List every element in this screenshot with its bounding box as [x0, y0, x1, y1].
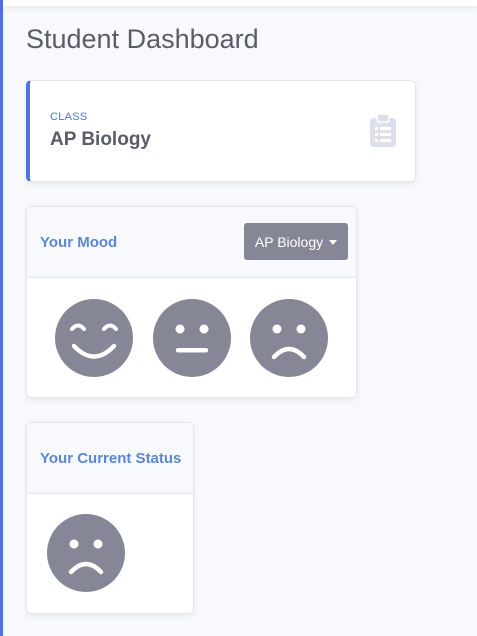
neutral-face-button[interactable] — [153, 299, 231, 377]
class-card: CLASS AP Biology — [26, 80, 416, 182]
sad-face-icon — [250, 299, 328, 377]
status-card-title: Your Current Status — [40, 450, 182, 467]
happy-face-icon — [55, 299, 133, 377]
topbar — [3, 0, 477, 6]
mood-card-title: Your Mood — [40, 234, 118, 251]
current-status-face — [47, 514, 125, 592]
clipboard-list-icon — [370, 114, 396, 147]
status-card: Your Current Status — [26, 422, 194, 614]
happy-face-button[interactable] — [55, 299, 133, 377]
status-card-header: Your Current Status — [27, 423, 193, 494]
class-label: CLASS — [50, 111, 88, 123]
mood-card-header: Your Mood AP Biology — [27, 207, 356, 278]
neutral-face-icon — [153, 299, 231, 377]
class-value: AP Biology — [50, 129, 151, 150]
caret-down-icon — [329, 239, 338, 245]
sad-face-button[interactable] — [250, 299, 328, 377]
sad-face-icon — [47, 514, 125, 592]
class-dropdown-button[interactable]: AP Biology — [244, 223, 348, 260]
class-dropdown-label: AP Biology — [254, 233, 324, 250]
page-title: Student Dashboard — [26, 24, 259, 54]
sidebar-edge — [0, 0, 3, 636]
mood-card: Your Mood AP Biology — [26, 206, 357, 398]
